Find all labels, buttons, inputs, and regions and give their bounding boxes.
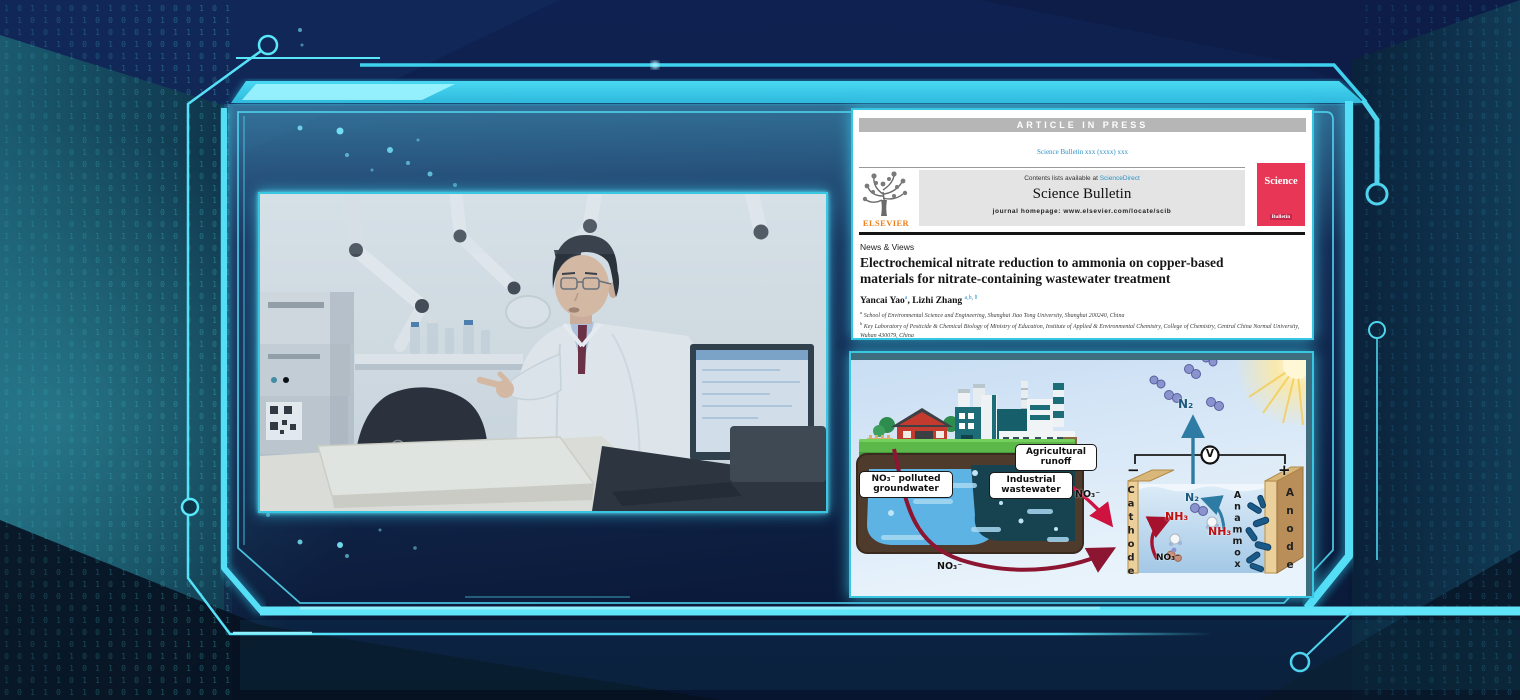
label-no3-top: NO₃⁻ [1075,489,1100,500]
diagram-top-strip [851,353,1312,360]
elsevier-wordmark: ELSEVIER [855,218,917,228]
journal-header-box: Contents lists available at ScienceDirec… [919,170,1245,226]
cover-subtitle: Bulletin [1270,214,1293,220]
citation-line: Science Bulletin xxx (xxxx) xxx [853,148,1312,156]
video-frame: 0110101001011101001010011010110100101101… [0,0,1520,700]
paper-title-line2: materials for nitrate-containing wastewa… [860,271,1170,287]
anode-bar [1265,481,1277,573]
label-agricultural-runoff: Agriculturalrunoff [1015,444,1097,471]
lab-photo-illustration [260,194,826,511]
label-minus: − [1127,461,1140,479]
section-label: News & Views [860,242,914,252]
label-voltmeter: V [1204,448,1216,460]
label-anode: Anode [1284,487,1296,577]
label-industrial-wastewater: Industrialwastewater [989,472,1073,499]
label-plus: + [1278,461,1291,479]
affiliation-b: b Key Laboratory of Pesticide & Chemical… [860,321,1304,340]
sciencedirect-link: ScienceDirect [1100,175,1140,182]
elsevier-tree-logo [861,170,911,217]
label-nh3-right: NH₃ [1208,525,1231,538]
label-groundwater: NO₃⁻ pollutedgroundwater [859,471,953,498]
author-line: Yancai Yaoa, Lizhi Zhang a,b,⇑ [860,294,978,306]
label-no3-cell: NO₃⁻ [1156,553,1180,563]
lab-photo [258,192,828,513]
article-in-press-banner: ARTICLE IN PRESS [859,118,1306,132]
frame-bottomright-node [1291,612,1352,671]
label-n2-top: N₂ [1178,397,1193,411]
contents-line: Contents lists available at ScienceDirec… [919,175,1245,182]
graphical-abstract-panel: NO₃⁻ pollutedgroundwater Agriculturalrun… [849,351,1314,598]
frame-top-bar [231,81,1364,103]
paper-title-line1: Electrochemical nitrate reduction to amm… [860,255,1223,271]
label-no3-bottom: NO₃⁻ [937,561,962,572]
journal-homepage: journal homepage: www.elsevier.com/locat… [919,208,1245,215]
affiliations: a School of Environmental Science and En… [860,310,1304,340]
label-n2-cell: N₂ [1185,491,1199,504]
divider-thick [859,232,1305,235]
label-cathode: Cathode [1126,485,1137,580]
frame-bottom-bar [260,608,1520,611]
label-nh3-left: NH₃ [1165,510,1188,523]
journal-article-panel: ARTICLE IN PRESS Science Bulletin xxx (x… [851,108,1314,340]
journal-title: Science Bulletin [919,186,1245,203]
label-anammox: Anammox [1232,490,1243,571]
frame-right-nodes [1363,100,1387,560]
glow-dot [651,61,659,69]
cover-title: Science [1257,176,1305,187]
journal-cover-thumbnail: Science Bulletin www.scibull.com [1257,163,1305,226]
diagram-right-strip [1306,353,1312,596]
affiliation-a: a School of Environmental Science and En… [860,310,1304,321]
divider [859,167,1245,168]
